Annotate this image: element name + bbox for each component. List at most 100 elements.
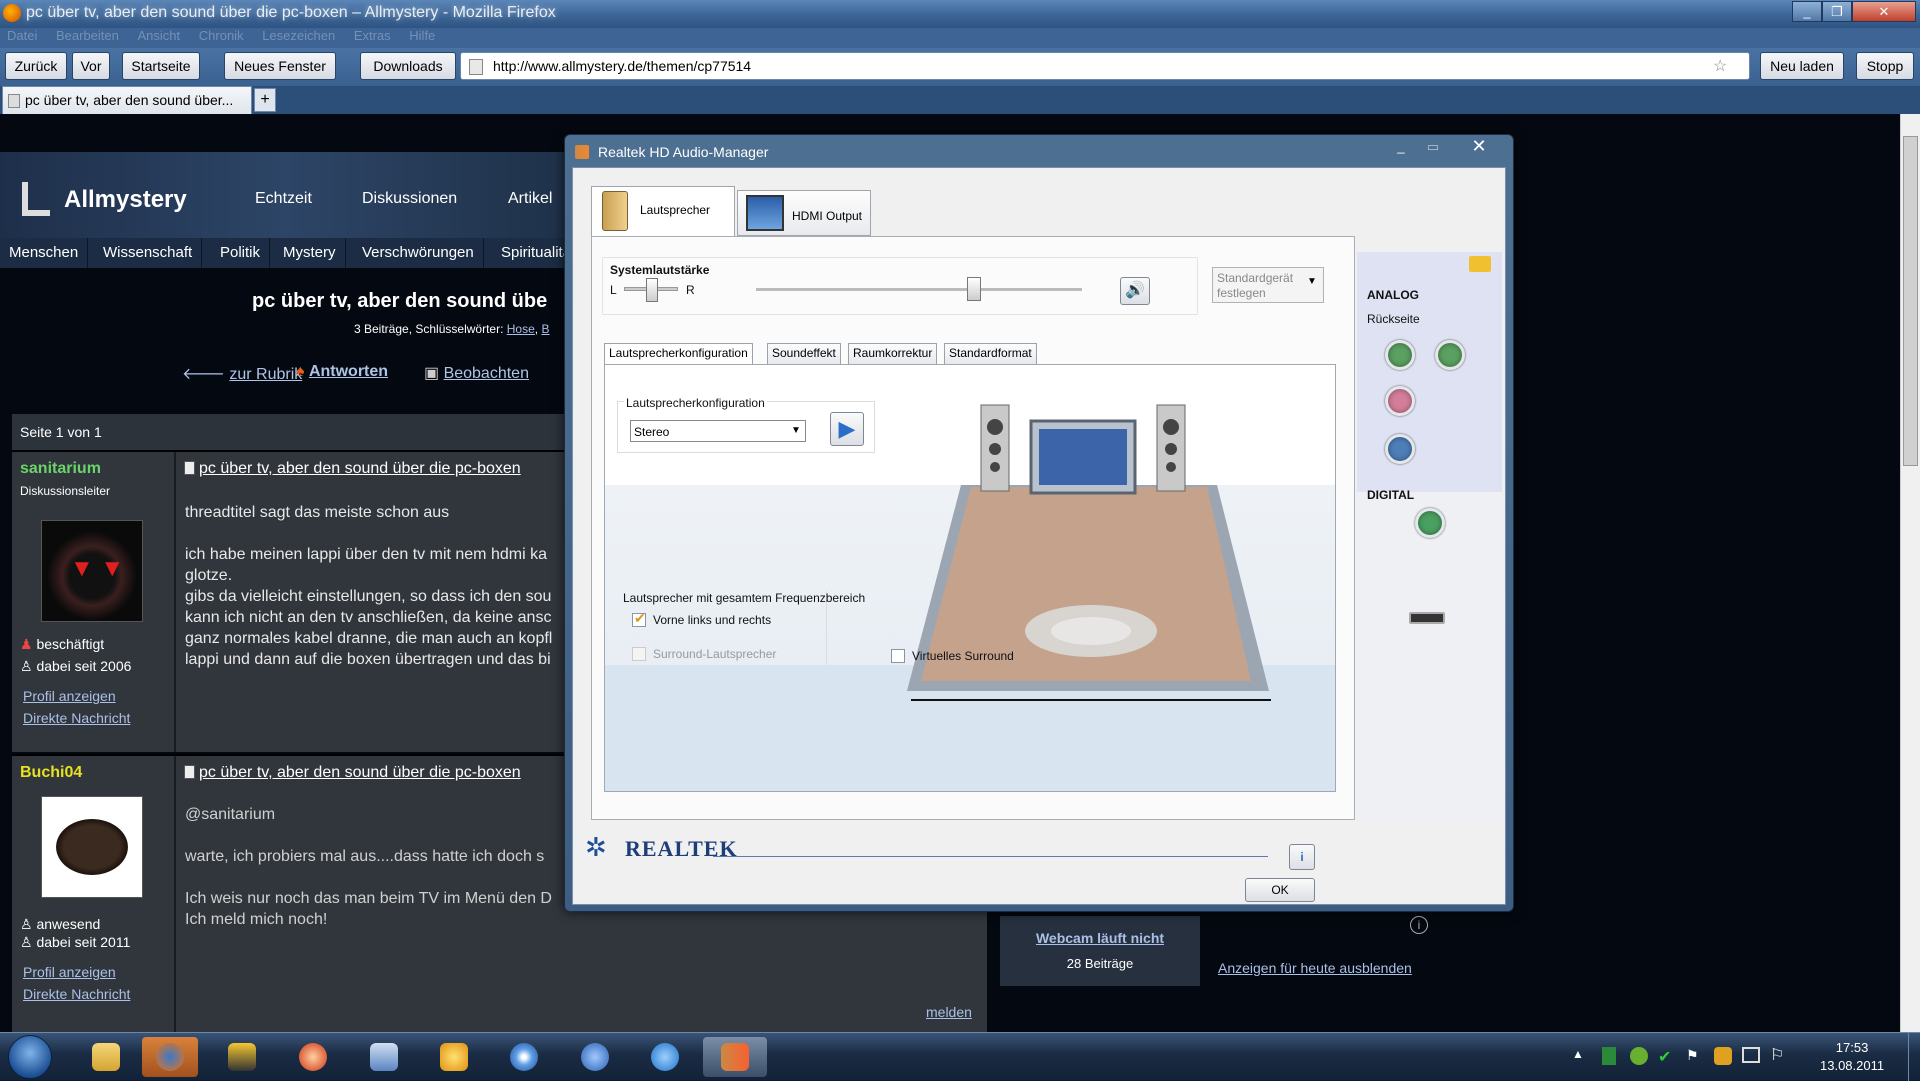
home-button[interactable]: Startseite: [122, 52, 200, 80]
menu-extras[interactable]: Extras: [354, 28, 391, 43]
cat-politik[interactable]: Politik: [211, 238, 271, 268]
keyword-link[interactable]: Hose: [507, 322, 535, 336]
tray-icon-green[interactable]: [1602, 1047, 1616, 1065]
post-doc-icon: [184, 765, 195, 779]
virtual-surround-checkbox[interactable]: [891, 649, 905, 663]
post-username[interactable]: Buchi04: [20, 764, 82, 782]
taskbar-firefox[interactable]: [142, 1037, 198, 1077]
profile-link[interactable]: Profil anzeigen: [23, 964, 116, 980]
tab-lautsprecher[interactable]: Lautsprecher: [591, 186, 735, 236]
dialog-close-button[interactable]: ✕: [1449, 137, 1509, 159]
info-icon[interactable]: i: [1410, 916, 1428, 934]
jack-pink[interactable]: [1385, 386, 1415, 416]
taskbar-app-red[interactable]: [285, 1037, 341, 1077]
reload-button[interactable]: Neu laden: [1760, 52, 1844, 80]
jack-green-1[interactable]: [1385, 340, 1415, 370]
tray-icon-network[interactable]: ⚑: [1686, 1047, 1699, 1064]
menu-hilfe[interactable]: Hilfe: [409, 28, 435, 43]
forward-button[interactable]: Vor: [72, 52, 110, 80]
subtab-raumkorrektur[interactable]: Raumkorrektur: [848, 343, 938, 364]
menu-lesezeichen[interactable]: Lesezeichen: [262, 28, 335, 43]
bookmark-star-icon[interactable]: ☆: [1713, 56, 1727, 76]
dialog-maximize-button[interactable]: ▭: [1417, 137, 1449, 159]
page-scrollbar[interactable]: [1900, 114, 1920, 1032]
config-select[interactable]: Stereo ▼: [630, 420, 806, 442]
tab-hdmi-output[interactable]: HDMI Output: [737, 190, 871, 236]
taskbar-app-pc[interactable]: [356, 1037, 412, 1077]
taskbar-explorer[interactable]: [78, 1037, 134, 1077]
default-device-dropdown[interactable]: Standardgerät festlegen ▼: [1212, 267, 1324, 303]
info-button[interactable]: i: [1289, 844, 1315, 870]
back-button[interactable]: Zurück: [5, 52, 67, 80]
connector-panel: ANALOG Rückseite DIGITAL: [1357, 252, 1502, 822]
taskbar-sabnzbd[interactable]: [214, 1037, 270, 1077]
url-bar[interactable]: http://www.allmystery.de/themen/cp77514 …: [460, 52, 1750, 80]
nav-echtzeit[interactable]: Echtzeit: [255, 190, 312, 208]
downloads-button[interactable]: Downloads: [360, 52, 456, 80]
maximize-button[interactable]: ❐: [1822, 1, 1852, 22]
post-username[interactable]: sanitarium: [20, 460, 101, 478]
jack-green-2[interactable]: [1435, 340, 1465, 370]
close-button[interactable]: ✕: [1852, 1, 1916, 22]
folder-icon[interactable]: [1469, 256, 1491, 272]
report-link[interactable]: melden: [926, 1004, 972, 1020]
since-text: dabei seit 2011: [36, 934, 131, 950]
tray-expand-icon[interactable]: ▲: [1572, 1047, 1584, 1061]
clock[interactable]: 17:53 13.08.2011: [1820, 1039, 1884, 1075]
taskbar-app-disc[interactable]: [496, 1037, 552, 1077]
cat-menschen[interactable]: Menschen: [0, 238, 89, 268]
site-logo[interactable]: Allmystery: [64, 186, 187, 214]
menu-ansicht[interactable]: Ansicht: [138, 28, 181, 43]
tray-icon-check[interactable]: ✔: [1658, 1047, 1671, 1067]
taskbar-itunes[interactable]: [637, 1037, 693, 1077]
post-body: threadtitel sagt das meiste schon aus ic…: [185, 504, 553, 668]
tab-lautsprecher-label: Lautsprecher: [640, 203, 711, 217]
stop-button[interactable]: Stopp: [1856, 52, 1914, 80]
action-watch[interactable]: ▣ Beobachten: [424, 363, 529, 383]
taskbar-app-thunderbird[interactable]: [567, 1037, 623, 1077]
new-window-button[interactable]: Neues Fenster: [224, 52, 336, 80]
menu-bearbeiten[interactable]: Bearbeiten: [56, 28, 119, 43]
nav-diskussionen[interactable]: Diskussionen: [362, 190, 457, 208]
show-desktop-button[interactable]: [1908, 1033, 1920, 1081]
subtab-config[interactable]: Lautsprecherkonfiguration: [604, 343, 753, 364]
hide-ads-link[interactable]: Anzeigen für heute ausblenden: [1218, 960, 1412, 976]
front-lr-checkbox[interactable]: ✔: [632, 610, 646, 627]
keyword-link[interactable]: B: [541, 322, 549, 336]
tray-icon-flag[interactable]: ⚐: [1770, 1045, 1784, 1065]
tray-icon-monitor[interactable]: [1742, 1047, 1760, 1063]
jack-blue[interactable]: [1385, 434, 1415, 464]
minimize-button[interactable]: _: [1792, 1, 1822, 22]
post-title[interactable]: pc über tv, aber den sound über die pc-b…: [199, 460, 521, 478]
tray-icon-spotify[interactable]: [1630, 1047, 1648, 1065]
taskbar-realtek[interactable]: [703, 1037, 767, 1077]
site-header: Allmystery Echtzeit Diskussionen Artikel: [0, 152, 570, 238]
menu-datei[interactable]: Datei: [7, 28, 37, 43]
tab-active[interactable]: pc über tv, aber den sound über...: [2, 86, 252, 114]
post-title[interactable]: pc über tv, aber den sound über die pc-b…: [199, 764, 521, 782]
start-button[interactable]: [8, 1035, 52, 1079]
jack-digital[interactable]: [1415, 508, 1445, 538]
subtab-soundeffekt[interactable]: Soundeffekt: [767, 343, 841, 364]
scroll-thumb[interactable]: [1903, 136, 1918, 466]
side-card-title[interactable]: Webcam läuft nicht: [1000, 930, 1200, 946]
nav-artikel[interactable]: Artikel: [508, 190, 552, 208]
ok-button[interactable]: OK: [1245, 878, 1315, 902]
since-text: dabei seit 2006: [36, 658, 132, 674]
action-back[interactable]: 🡐 zur Rubrik: [182, 363, 302, 384]
menu-chronik[interactable]: Chronik: [199, 28, 244, 43]
subtab-standardformat[interactable]: Standardformat: [944, 343, 1037, 364]
cat-verschwoerungen[interactable]: Verschwörungen: [353, 238, 484, 268]
message-link[interactable]: Direkte Nachricht: [23, 710, 130, 726]
profile-link[interactable]: Profil anzeigen: [23, 688, 116, 704]
tray-icon-users[interactable]: [1714, 1047, 1732, 1065]
new-tab-button[interactable]: +: [254, 88, 276, 112]
dialog-minimize-button[interactable]: _: [1385, 137, 1417, 159]
cat-wissenschaft[interactable]: Wissenschaft: [94, 238, 203, 268]
message-link[interactable]: Direkte Nachricht: [23, 986, 130, 1002]
taskbar-app-yellow[interactable]: [426, 1037, 482, 1077]
cat-mystery[interactable]: Mystery: [274, 238, 346, 268]
post-user-since: ♙ dabei seit 2006: [20, 658, 131, 675]
play-test-button[interactable]: ▶: [830, 412, 864, 446]
action-reply[interactable]: ♠ Antworten: [296, 363, 388, 381]
